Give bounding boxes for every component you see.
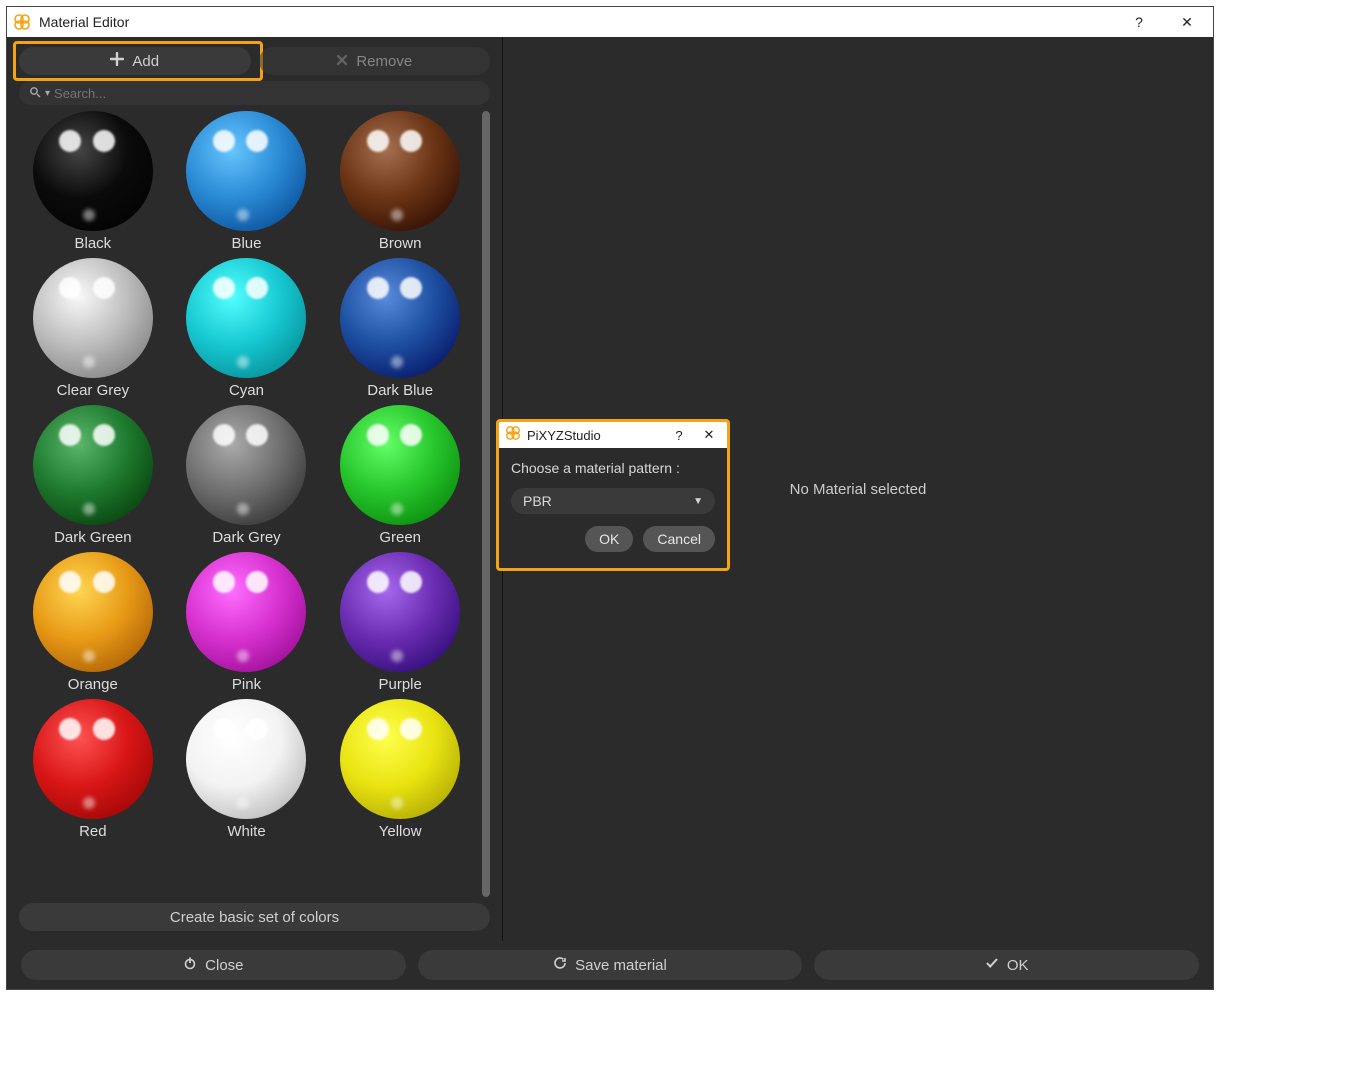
material-sphere-icon [186, 552, 306, 672]
footer-close-button[interactable]: Close [21, 950, 406, 980]
material-label: Yellow [379, 823, 422, 840]
material-sphere-icon [186, 258, 306, 378]
pattern-select-value: PBR [523, 493, 552, 509]
material-sphere-icon [33, 405, 153, 525]
scrollbar-thumb[interactable] [482, 111, 490, 897]
material-cell[interactable]: Cyan [173, 258, 321, 399]
footer-bar: Close Save material OK [7, 941, 1213, 989]
material-sphere-icon [340, 258, 460, 378]
remove-button[interactable]: Remove [259, 47, 491, 75]
material-cell[interactable]: Dark Blue [326, 258, 474, 399]
material-cell[interactable]: Black [19, 111, 167, 252]
power-icon [183, 956, 197, 974]
material-cell[interactable]: Blue [173, 111, 321, 252]
material-cell[interactable]: White [173, 699, 321, 840]
material-label: Green [379, 529, 421, 546]
material-cell[interactable]: Dark Grey [173, 405, 321, 546]
dialog-cancel-button[interactable]: Cancel [643, 526, 715, 552]
material-label: Dark Green [54, 529, 132, 546]
search-bar[interactable]: ▾ [19, 81, 490, 105]
material-label: Dark Blue [367, 382, 433, 399]
dialog-body: Choose a material pattern : PBR ▼ OK Can… [499, 448, 727, 568]
pattern-select[interactable]: PBR ▼ [511, 488, 715, 514]
plus-icon [110, 52, 124, 70]
search-input[interactable] [54, 86, 480, 101]
add-button[interactable]: Add [19, 47, 251, 75]
chevron-down-icon: ▼ [693, 496, 703, 507]
refresh-icon [553, 956, 567, 974]
dialog-titlebar: PiXYZStudio ? ✕ [499, 422, 727, 448]
app-logo-icon [13, 13, 31, 31]
footer-save-button[interactable]: Save material [418, 950, 803, 980]
material-sphere-icon [33, 699, 153, 819]
material-cell[interactable]: Pink [173, 552, 321, 693]
material-sphere-icon [186, 405, 306, 525]
left-panel: Add Remove ▾ [7, 37, 502, 941]
material-label: Pink [232, 676, 261, 693]
titlebar: Material Editor ? ✕ [7, 7, 1213, 37]
help-button[interactable]: ? [1119, 8, 1159, 36]
material-sphere-icon [33, 552, 153, 672]
material-label: Cyan [229, 382, 264, 399]
material-label: Dark Grey [212, 529, 280, 546]
dialog-close-button[interactable]: ✕ [697, 424, 721, 446]
material-sphere-icon [186, 699, 306, 819]
material-label: Clear Grey [57, 382, 130, 399]
material-cell[interactable]: Red [19, 699, 167, 840]
footer-save-label: Save material [575, 957, 667, 974]
create-basic-colors-button[interactable]: Create basic set of colors [19, 903, 490, 931]
grid-scrollbar[interactable] [482, 111, 490, 897]
window-title: Material Editor [39, 14, 1111, 30]
dialog-ok-button[interactable]: OK [585, 526, 633, 552]
search-filter-icon[interactable]: ▾ [45, 88, 50, 99]
dialog-help-button[interactable]: ? [667, 424, 691, 446]
material-sphere-icon [340, 111, 460, 231]
material-label: White [227, 823, 265, 840]
material-cell[interactable]: Orange [19, 552, 167, 693]
material-sphere-icon [340, 552, 460, 672]
dialog-title: PiXYZStudio [527, 428, 661, 443]
material-cell[interactable]: Clear Grey [19, 258, 167, 399]
material-label: Blue [231, 235, 261, 252]
material-sphere-icon [33, 111, 153, 231]
check-icon [985, 956, 999, 974]
material-sphere-icon [186, 111, 306, 231]
footer-close-label: Close [205, 957, 243, 974]
no-material-text: No Material selected [790, 481, 927, 498]
material-toolbar: Add Remove [19, 47, 490, 75]
material-sphere-icon [340, 699, 460, 819]
dialog-prompt: Choose a material pattern : [511, 460, 715, 476]
add-button-label: Add [132, 53, 159, 70]
material-cell[interactable]: Brown [326, 111, 474, 252]
dialog-logo-icon [505, 425, 521, 446]
material-label: Red [79, 823, 107, 840]
footer-ok-button[interactable]: OK [814, 950, 1199, 980]
material-editor-window: Material Editor ? ✕ Add [6, 6, 1214, 990]
footer-ok-label: OK [1007, 957, 1029, 974]
material-label: Brown [379, 235, 422, 252]
material-label: Purple [378, 676, 421, 693]
material-cell[interactable]: Yellow [326, 699, 474, 840]
material-cell[interactable]: Dark Green [19, 405, 167, 546]
material-sphere-icon [340, 405, 460, 525]
pattern-dialog: PiXYZStudio ? ✕ Choose a material patter… [496, 419, 730, 571]
material-label: Orange [68, 676, 118, 693]
close-window-button[interactable]: ✕ [1167, 8, 1207, 36]
material-sphere-icon [33, 258, 153, 378]
material-grid-wrap: Black Blue Brown Clear Grey Cyan Dark Blue Dar… [19, 111, 490, 897]
remove-icon [336, 53, 348, 70]
search-icon [29, 86, 41, 101]
dialog-actions: OK Cancel [511, 526, 715, 552]
material-grid: Black Blue Brown Clear Grey Cyan Dark Blue Dar… [19, 111, 480, 897]
remove-button-label: Remove [356, 53, 412, 70]
material-cell[interactable]: Purple [326, 552, 474, 693]
material-label: Black [74, 235, 111, 252]
material-cell[interactable]: Green [326, 405, 474, 546]
